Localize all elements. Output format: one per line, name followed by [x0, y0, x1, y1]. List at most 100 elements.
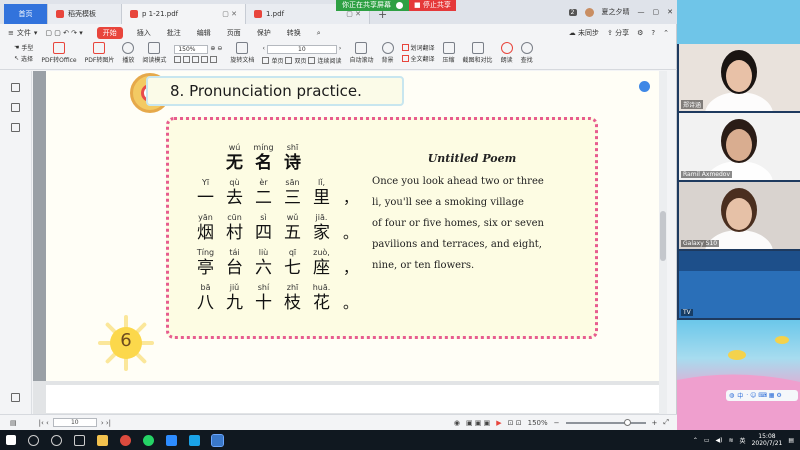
double-page-label[interactable]: 双页: [294, 56, 306, 65]
window-count-badge[interactable]: 2: [568, 8, 577, 16]
close-icon[interactable]: ▢ ✕: [346, 10, 361, 18]
menu-page[interactable]: 页面: [219, 28, 249, 38]
video-tile[interactable]: Ramil Axmedov: [679, 113, 800, 180]
select-tool[interactable]: ↖ 选择: [14, 54, 33, 63]
continuous-label[interactable]: 连续阅读: [317, 56, 341, 65]
minimize-icon[interactable]: —: [638, 8, 645, 16]
file-explorer-icon[interactable]: [97, 434, 108, 446]
search-icon[interactable]: [28, 434, 39, 446]
read-mode-button[interactable]: 阅读模式: [138, 42, 170, 64]
single-page-label[interactable]: 单页: [271, 56, 283, 65]
full-translate-button[interactable]: 全文翻译: [401, 54, 435, 63]
zoom-in-icon[interactable]: ⊕: [210, 45, 215, 52]
hand-tool[interactable]: ☚ 手型: [14, 43, 33, 52]
scroll-thumb[interactable]: [660, 211, 666, 261]
stop-share-button[interactable]: ■ 停止共享: [409, 0, 456, 11]
sync-status[interactable]: ☁ 未同步: [569, 28, 599, 38]
rotate-right-icon[interactable]: [210, 56, 218, 63]
vertical-scrollbar[interactable]: [659, 71, 667, 414]
user-name[interactable]: 夏之夕晴: [602, 7, 630, 17]
input-method-bar[interactable]: ◍ 中 · ☺ ⌨ ▦ ⚙: [726, 390, 798, 401]
avatar[interactable]: [584, 7, 594, 17]
status-page-input[interactable]: 10: [52, 418, 97, 427]
zoom-icon[interactable]: [166, 434, 177, 446]
background-button[interactable]: 背景: [378, 42, 398, 64]
page-number-input[interactable]: 10: [266, 45, 337, 54]
help-icon[interactable]: ?: [651, 29, 655, 37]
zoom-out-icon[interactable]: ⊖: [217, 45, 222, 52]
rotate-document-button[interactable]: 旋转文档: [226, 42, 258, 64]
meeting-icon[interactable]: [189, 434, 200, 446]
find-button[interactable]: 查找: [517, 42, 537, 64]
menu-convert[interactable]: 转换: [279, 28, 309, 38]
prev-page-icon[interactable]: ‹: [262, 45, 264, 52]
bookmark-icon[interactable]: [11, 83, 20, 92]
thumbnail-icon[interactable]: [11, 103, 20, 112]
clock[interactable]: 15:08 2020/7/21: [752, 433, 783, 447]
toolbar-icons[interactable]: ▢ ▢ ↶ ↷ ▾: [37, 29, 90, 37]
word-translate-button[interactable]: 划词翻译: [401, 43, 435, 52]
wps-icon[interactable]: [211, 433, 224, 447]
ime-icons[interactable]: · ☺ ⌨ ▦ ⚙: [746, 392, 782, 399]
close-icon[interactable]: ▢ ✕: [222, 10, 237, 18]
settings-icon[interactable]: ⚙: [637, 29, 643, 37]
tray-chevron-icon[interactable]: ⌃: [693, 437, 698, 444]
search-icon[interactable]: ⌕: [309, 29, 329, 38]
pdf-to-image-button[interactable]: PDF转图片: [81, 42, 119, 64]
screenshot-compare-button[interactable]: 截图和对比: [459, 42, 497, 64]
zoom-slider-knob[interactable]: [623, 418, 631, 426]
video-tile[interactable]: 郑诗涵: [679, 44, 800, 111]
menu-start[interactable]: 开始: [96, 27, 123, 39]
fit-icon[interactable]: [174, 56, 182, 63]
fit-icons[interactable]: ⊡ ⊡: [508, 419, 522, 427]
first-page-icon[interactable]: |‹ ‹: [17, 419, 49, 427]
rotate-left-icon[interactable]: [201, 56, 209, 63]
network-icon[interactable]: ▭: [704, 437, 710, 444]
double-page-icon[interactable]: [285, 57, 293, 64]
view-mode-icons[interactable]: ▣ ▣ ▣: [466, 419, 490, 427]
status-zoom[interactable]: 150%: [528, 419, 548, 427]
play-button[interactable]: 播放: [118, 42, 138, 64]
ime-icon[interactable]: 英: [740, 436, 746, 445]
cortana-icon[interactable]: [51, 434, 62, 446]
ime-mode[interactable]: 中: [737, 391, 743, 400]
share-button[interactable]: ⇪ 分享: [607, 28, 629, 38]
pdf-to-office-button[interactable]: PDF转Office: [37, 42, 80, 64]
menu-comment[interactable]: 批注: [159, 28, 189, 38]
zoom-out-icon[interactable]: −: [554, 419, 560, 427]
tab-docer[interactable]: 稻壳模板: [48, 4, 122, 24]
auto-scroll-button[interactable]: 自动滚动: [345, 42, 377, 64]
read-aloud-button[interactable]: 朗读: [497, 42, 517, 64]
video-tile[interactable]: TV: [679, 251, 800, 318]
close-window-icon[interactable]: ✕: [667, 8, 673, 16]
next-page-icon[interactable]: ›: [339, 45, 341, 52]
zoom-select[interactable]: 150%: [174, 45, 209, 54]
maximize-icon[interactable]: ▢: [653, 8, 660, 16]
chrome-icon[interactable]: [120, 434, 131, 446]
whatsapp-icon[interactable]: [143, 434, 154, 446]
file-menu[interactable]: ≡ 文件 ▾: [0, 28, 37, 38]
compress-button[interactable]: 压缩: [439, 42, 459, 64]
fullscreen-icon[interactable]: ⤢: [663, 418, 669, 427]
single-page-icon[interactable]: [262, 57, 270, 64]
fit-width-icon[interactable]: [183, 56, 191, 63]
document-viewport[interactable]: 8. Pronunciation practice. wú míng shī 无名诗…: [33, 71, 667, 414]
settings-icon[interactable]: [11, 393, 20, 402]
continuous-icon[interactable]: [308, 57, 316, 64]
tab-pdf-p1-21[interactable]: p 1-21.pdf ▢ ✕: [122, 4, 246, 24]
floating-assistant-icon[interactable]: [639, 81, 650, 92]
collapse-icon[interactable]: ⌃: [663, 29, 669, 37]
last-page-icon[interactable]: › ›|: [101, 419, 111, 427]
annotation-icon[interactable]: [11, 123, 20, 132]
volume-icon[interactable]: ◀): [716, 437, 723, 444]
menu-edit[interactable]: 编辑: [189, 28, 219, 38]
windows-start-icon[interactable]: [6, 435, 16, 445]
zoom-in-icon[interactable]: +: [652, 419, 658, 427]
menu-insert[interactable]: 插入: [129, 28, 159, 38]
menu-protect[interactable]: 保护: [249, 28, 279, 38]
play-icon[interactable]: ▶: [496, 419, 501, 427]
wifi-icon[interactable]: ≋: [729, 437, 734, 444]
notification-icon[interactable]: ▤: [788, 437, 794, 444]
tab-home[interactable]: 首页: [4, 4, 48, 24]
task-view-icon[interactable]: [74, 434, 85, 446]
